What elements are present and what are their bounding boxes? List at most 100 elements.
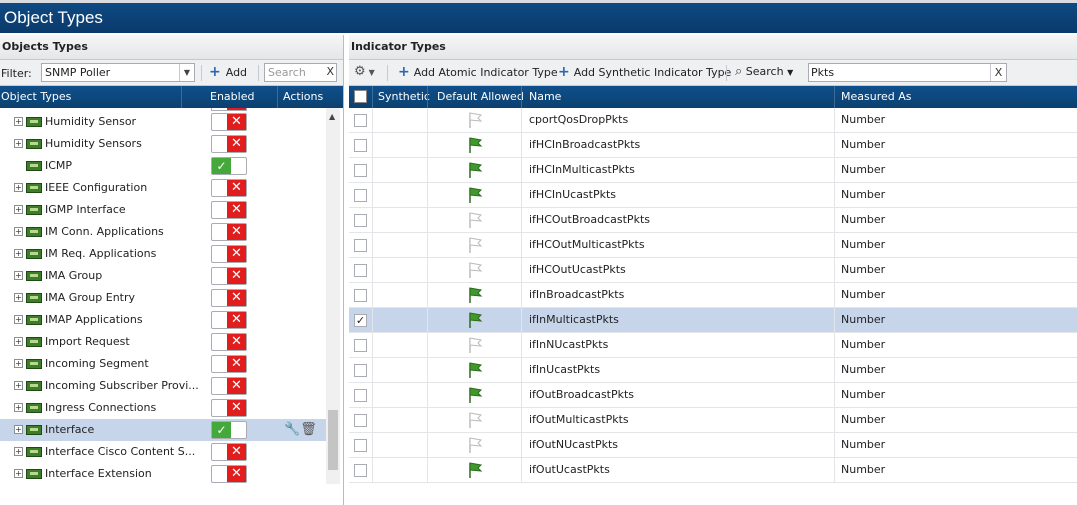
col-synthetic[interactable]: Synthetic — [378, 90, 430, 103]
table-row[interactable]: ifHCOutBroadcastPkts Number — [349, 208, 1077, 233]
expand-icon[interactable]: + — [14, 403, 23, 412]
chevron-down-icon[interactable]: ▼ — [179, 64, 194, 81]
enabled-toggle[interactable]: ✕ — [211, 443, 247, 461]
gear-icon[interactable]: ⚙ ▼ — [354, 64, 375, 79]
add-synthetic-button[interactable]: + Add Synthetic Indicator Type — [558, 65, 731, 79]
tree-row[interactable]: + Interface Extension ✕ — [0, 463, 326, 484]
expand-icon[interactable]: + — [14, 315, 23, 324]
expand-icon[interactable]: + — [14, 139, 23, 148]
flag-icon[interactable] — [466, 461, 484, 482]
search-menu-button[interactable]: ⌕ Search ▼ — [735, 64, 793, 79]
tree-row[interactable]: + IEEE Configuration ✕ — [0, 177, 326, 199]
table-row[interactable]: ifOutMulticastPkts Number — [349, 408, 1077, 433]
add-button[interactable]: + Add — [209, 65, 247, 79]
select-all-checkbox[interactable] — [354, 90, 367, 103]
tree-row[interactable]: + Humidity Sensors ✕ — [0, 133, 326, 155]
table-row[interactable]: ifOutNUcastPkts Number — [349, 433, 1077, 458]
tree-row[interactable]: + Ingress Connections ✕ — [0, 397, 326, 419]
expand-icon[interactable]: + — [14, 227, 23, 236]
table-row[interactable]: ifHCInUcastPkts Number — [349, 183, 1077, 208]
tree-row[interactable]: + Interface ✓ 🔧🗑 — [0, 419, 326, 441]
vertical-scrollbar[interactable]: ▲ — [326, 108, 340, 484]
expand-icon[interactable]: + — [14, 337, 23, 346]
row-checkbox[interactable] — [354, 289, 367, 302]
row-checkbox[interactable] — [354, 214, 367, 227]
enabled-toggle[interactable]: ✕ — [211, 289, 247, 307]
flag-icon[interactable] — [466, 361, 484, 382]
table-row[interactable]: ifInBroadcastPkts Number — [349, 283, 1077, 308]
table-row[interactable]: ifOutUcastPkts Number — [349, 458, 1077, 483]
row-checkbox[interactable] — [354, 464, 367, 477]
table-row[interactable]: cportQosDropPkts Number — [349, 108, 1077, 133]
table-row[interactable]: ifHCInBroadcastPkts Number — [349, 133, 1077, 158]
flag-icon[interactable] — [466, 386, 484, 407]
clear-icon[interactable]: X — [990, 64, 1006, 81]
tree-row[interactable]: ICMP ✓ — [0, 155, 326, 177]
col-object-types[interactable]: Object Types — [1, 90, 71, 103]
expand-icon[interactable]: + — [14, 293, 23, 302]
flag-icon[interactable] — [466, 111, 484, 132]
tree-row[interactable]: + IMA Group Entry ✕ — [0, 287, 326, 309]
flag-icon[interactable] — [466, 411, 484, 432]
enabled-toggle[interactable]: ✓ — [211, 157, 247, 175]
clear-icon[interactable]: X — [326, 65, 334, 78]
flag-icon[interactable] — [466, 136, 484, 157]
flag-icon[interactable] — [466, 161, 484, 182]
row-checkbox[interactable] — [354, 389, 367, 402]
add-atomic-button[interactable]: + Add Atomic Indicator Type — [398, 65, 558, 79]
table-row[interactable]: ifHCOutMulticastPkts Number — [349, 233, 1077, 258]
flag-icon[interactable] — [466, 286, 484, 307]
search-input[interactable]: Pkts X — [808, 63, 1007, 82]
table-row[interactable]: ifOutBroadcastPkts Number — [349, 383, 1077, 408]
enabled-toggle[interactable]: ✕ — [211, 201, 247, 219]
expand-icon[interactable]: + — [14, 117, 23, 126]
flag-icon[interactable] — [466, 336, 484, 357]
col-actions[interactable]: Actions — [283, 90, 323, 103]
row-checkbox[interactable] — [354, 414, 367, 427]
enabled-toggle[interactable]: ✕ — [211, 399, 247, 417]
col-default-allowed[interactable]: Default Allowed — [437, 90, 524, 103]
expand-icon[interactable]: + — [14, 359, 23, 368]
table-row[interactable]: ✓ ifInMulticastPkts Number — [349, 308, 1077, 333]
col-measured-as[interactable]: Measured As — [841, 90, 912, 103]
tree-row[interactable]: + IM Conn. Applications ✕ — [0, 221, 326, 243]
enabled-toggle[interactable]: ✕ — [211, 113, 247, 131]
expand-icon[interactable]: + — [14, 249, 23, 258]
flag-icon[interactable] — [466, 261, 484, 282]
enabled-toggle[interactable]: ✕ — [211, 179, 247, 197]
row-checkbox[interactable] — [354, 239, 367, 252]
tree-row[interactable]: + IGMP Interface ✕ — [0, 199, 326, 221]
enabled-toggle[interactable]: ✕ — [211, 377, 247, 395]
tree-row[interactable]: + Incoming Segment ✕ — [0, 353, 326, 375]
row-checkbox[interactable] — [354, 189, 367, 202]
flag-icon[interactable] — [466, 211, 484, 232]
search-input[interactable]: Search X — [264, 63, 337, 82]
expand-icon[interactable]: + — [14, 183, 23, 192]
tree-row[interactable]: + Interface Cisco Content S... ✕ — [0, 441, 326, 463]
filter-select[interactable]: SNMP Poller ▼ — [41, 63, 195, 82]
table-row[interactable]: ifInNUcastPkts Number — [349, 333, 1077, 358]
expand-icon[interactable]: + — [14, 447, 23, 456]
flag-icon[interactable] — [466, 186, 484, 207]
row-checkbox[interactable] — [354, 264, 367, 277]
row-checkbox[interactable] — [354, 114, 367, 127]
enabled-toggle[interactable]: ✕ — [211, 311, 247, 329]
table-row[interactable]: ifInUcastPkts Number — [349, 358, 1077, 383]
tree-row[interactable]: + IMAP Applications ✕ — [0, 309, 326, 331]
enabled-toggle[interactable]: ✕ — [211, 135, 247, 153]
enabled-toggle[interactable]: ✕ — [211, 333, 247, 351]
enabled-toggle[interactable]: ✕ — [211, 245, 247, 263]
enabled-toggle[interactable]: ✕ — [211, 223, 247, 241]
wrench-icon[interactable]: 🔧 — [284, 422, 300, 437]
tree-row[interactable]: + IM Req. Applications ✕ — [0, 243, 326, 265]
flag-icon[interactable] — [466, 236, 484, 257]
scroll-up-icon[interactable]: ▲ — [329, 112, 335, 121]
col-name[interactable]: Name — [529, 90, 561, 103]
tree-row[interactable]: + IMA Group ✕ — [0, 265, 326, 287]
tree-row[interactable]: + Incoming Subscriber Provi... ✕ — [0, 375, 326, 397]
tree-row[interactable]: + Import Request ✕ — [0, 331, 326, 353]
expand-icon[interactable]: + — [14, 271, 23, 280]
row-checkbox[interactable] — [354, 364, 367, 377]
row-checkbox[interactable] — [354, 164, 367, 177]
enabled-toggle[interactable]: ✕ — [211, 465, 247, 483]
